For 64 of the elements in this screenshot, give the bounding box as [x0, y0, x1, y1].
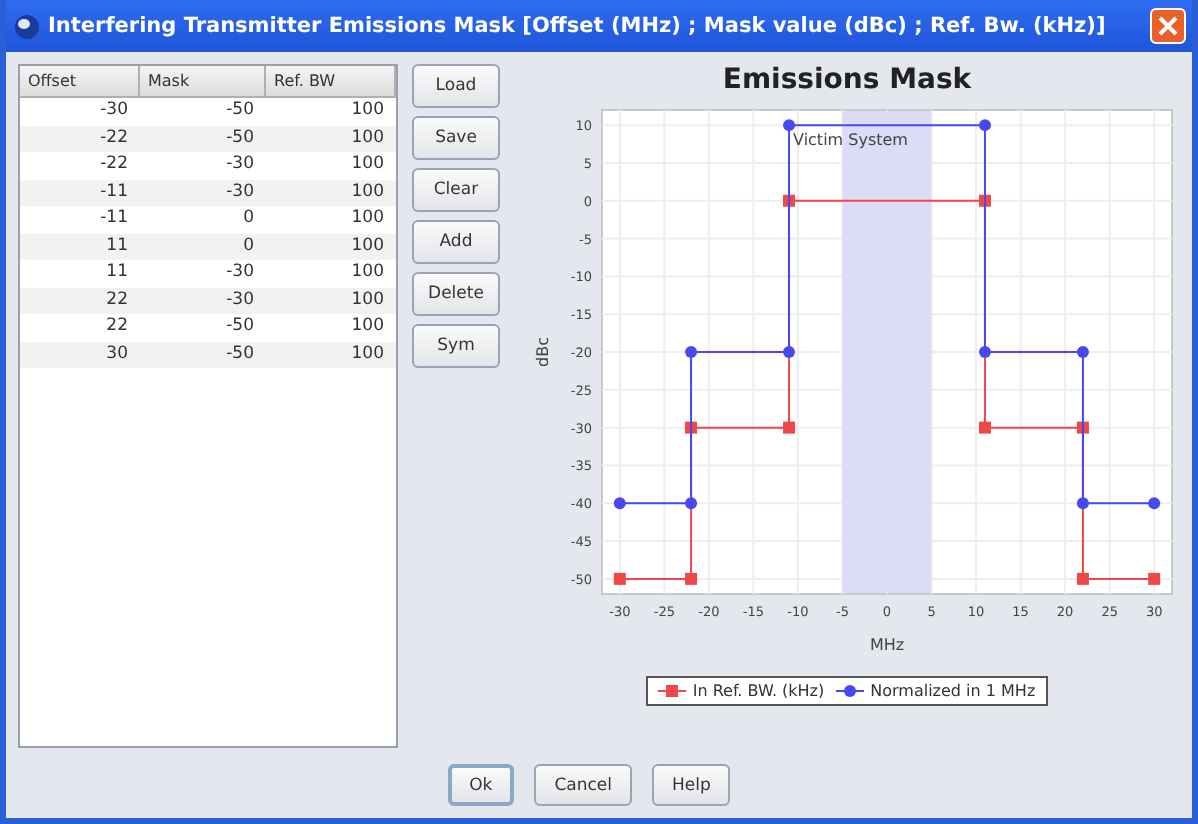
table-cell-text: -30 — [224, 287, 256, 313]
action-button[interactable]: Clear — [412, 168, 500, 212]
table-cell-text: -22 — [98, 152, 130, 178]
circle-marker — [684, 346, 697, 358]
table-cell-text: -50 — [224, 125, 256, 151]
table-cell-text: 11 — [104, 260, 130, 286]
circle-marker — [1075, 497, 1088, 510]
table-cell-text: 0 — [241, 206, 256, 232]
legend-item: In Ref. BW. (kHz) — [658, 682, 825, 700]
table-cell-text: 0 — [241, 233, 256, 259]
table-cell-text: 100 — [349, 314, 386, 340]
table-cell-text: 100 — [349, 179, 386, 205]
action-button[interactable]: Add — [412, 220, 500, 264]
action-button[interactable]: Delete — [412, 272, 500, 316]
circle-marker — [1147, 497, 1160, 510]
circle-marker — [1075, 346, 1088, 358]
circle-marker — [612, 497, 625, 510]
legend-item: Normalized in 1 MHz — [836, 682, 1036, 700]
table-cell-text: 100 — [349, 206, 386, 232]
legend-marker-icon — [658, 684, 687, 698]
table-cell-text: -30 — [98, 98, 130, 124]
annotation-label: Victim System — [792, 131, 907, 150]
table-cell-text: 100 — [349, 152, 386, 178]
table-cell-text: -11 — [98, 179, 130, 205]
table-cell-text: 22 — [104, 287, 130, 313]
table-cell-text: -50 — [224, 314, 256, 340]
circle-marker — [977, 346, 990, 358]
circle-marker — [782, 119, 795, 132]
circle-marker — [684, 497, 697, 510]
table-cell-text: 100 — [349, 260, 386, 286]
column-header[interactable]: Offset — [20, 66, 140, 96]
x-axis-label: MHz — [868, 636, 904, 654]
dialog-button[interactable]: Ok — [447, 764, 515, 806]
table-cell-text: -50 — [224, 341, 256, 367]
circle-marker — [782, 346, 795, 358]
dialog-button[interactable]: Help — [652, 764, 731, 806]
app-icon — [14, 13, 40, 39]
action-button[interactable]: Save — [412, 116, 500, 160]
table-cell-text: 100 — [349, 98, 386, 124]
close-button[interactable] — [1150, 8, 1186, 44]
table-cell-text: 11 — [104, 233, 130, 259]
legend-marker-icon — [836, 684, 865, 698]
table-cell-text: -22 — [98, 125, 130, 151]
table-cell-text: 100 — [349, 341, 386, 367]
table-cell-text: -30 — [224, 260, 256, 286]
table-cell-text: -50 — [224, 98, 256, 124]
table-cell-text: -11 — [98, 206, 130, 232]
table-cell-text: -30 — [224, 152, 256, 178]
table-cell-text: 22 — [104, 314, 130, 340]
dialog-button[interactable]: Cancel — [534, 764, 633, 806]
table-cell-text: 100 — [349, 287, 386, 313]
table-cell-text: 100 — [349, 233, 386, 259]
chart-title: Emissions Mask — [722, 64, 972, 100]
action-button[interactable]: Sym — [412, 324, 500, 368]
close-icon — [1158, 16, 1178, 36]
table-cell-text: -30 — [224, 179, 256, 205]
column-header[interactable]: Mask — [140, 66, 266, 96]
table-cell-text: 30 — [104, 341, 130, 367]
action-button[interactable]: Load — [412, 64, 500, 108]
column-header[interactable]: Ref. BW — [266, 66, 396, 96]
circle-marker — [977, 119, 990, 132]
table-cell-text: 100 — [349, 125, 386, 151]
window-title: Interfering Transmitter Emissions Mask [Offset (MHz) ; Mask value (dBc) ; Ref. Bw. (kHz)] — [48, 14, 1108, 38]
y-axis-label: dBc — [533, 337, 551, 367]
